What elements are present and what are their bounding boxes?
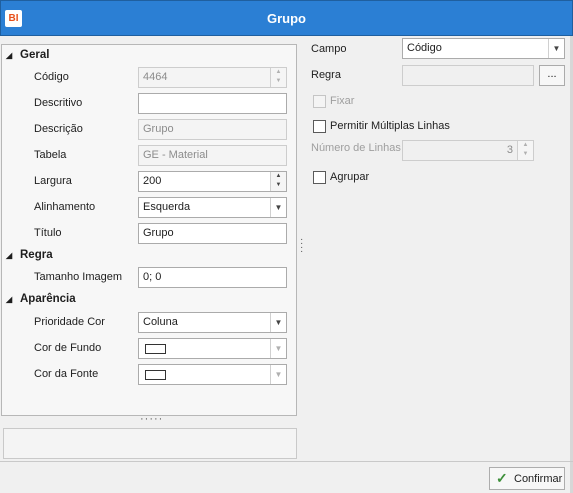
dropdown-arrow-icon[interactable]: ▼: [548, 39, 564, 58]
vertical-splitter-handle[interactable]: · · · ·: [300, 235, 304, 257]
spin-up-icon[interactable]: ▲: [518, 141, 533, 150]
spin-down-icon[interactable]: ▼: [271, 181, 286, 190]
codigo-spinner[interactable]: ▲ ▼: [270, 68, 286, 87]
label-alinhamento: Alinhamento: [34, 201, 96, 213]
descritivo-field[interactable]: [138, 93, 287, 114]
label-prioridade-cor: Prioridade Cor: [34, 316, 105, 328]
alinhamento-select[interactable]: Esquerda ▼: [138, 197, 287, 218]
dropdown-arrow-icon[interactable]: ▼: [270, 198, 286, 217]
largura-spinner[interactable]: ▲ ▼: [270, 172, 286, 191]
dropdown-arrow-icon[interactable]: ▼: [270, 365, 286, 384]
spin-up-icon[interactable]: ▲: [271, 172, 286, 181]
collapse-triangle-icon[interactable]: ◢: [6, 251, 16, 260]
codigo-field[interactable]: 4464 ▲ ▼: [138, 67, 287, 88]
label-descritivo: Descritivo: [34, 97, 83, 109]
regra-field[interactable]: [402, 65, 534, 86]
label-campo: Campo: [311, 43, 347, 55]
label-descricao: Descrição: [34, 123, 83, 135]
label-tamanho-imagem: Tamanho Imagem: [34, 271, 123, 283]
confirm-label: Confirmar: [514, 473, 563, 485]
color-swatch: [145, 344, 166, 354]
horizontal-splitter-handle[interactable]: ·····: [140, 414, 163, 425]
section-title: Aparência: [20, 293, 76, 305]
prioridade-cor-select[interactable]: Coluna ▼: [138, 312, 287, 333]
label-codigo: Código: [34, 71, 69, 83]
spin-up-icon[interactable]: ▲: [271, 68, 286, 77]
collapse-triangle-icon[interactable]: ◢: [6, 295, 16, 304]
label-permitir-multiplas-linhas: Permitir Múltiplas Linhas: [330, 120, 450, 132]
label-largura: Largura: [34, 175, 72, 187]
tabela-field[interactable]: GE - Material: [138, 145, 287, 166]
section-title: Regra: [20, 249, 53, 261]
label-numero-de-linhas: Número de Linhas: [311, 142, 401, 154]
label-titulo: Título: [34, 227, 62, 239]
label-fixar: Fixar: [330, 95, 355, 107]
collapse-triangle-icon[interactable]: ◢: [6, 51, 16, 60]
dropdown-arrow-icon[interactable]: ▼: [270, 313, 286, 332]
fixar-checkbox[interactable]: [313, 95, 326, 108]
spin-down-icon[interactable]: ▼: [271, 77, 286, 86]
label-cor-de-fundo: Cor de Fundo: [34, 342, 102, 354]
agrupar-checkbox[interactable]: [313, 171, 326, 184]
window-title: Grupo: [267, 11, 306, 26]
label-regra: Regra: [311, 69, 341, 81]
permitir-multiplas-linhas-checkbox[interactable]: [313, 120, 326, 133]
cor-de-fundo-picker[interactable]: ▼: [138, 338, 287, 359]
section-title: Geral: [20, 49, 50, 61]
numero-de-linhas-spinner[interactable]: ▲ ▼: [517, 141, 533, 160]
spin-down-icon[interactable]: ▼: [518, 150, 533, 159]
section-regra[interactable]: ◢ Regra: [6, 249, 53, 261]
section-geral[interactable]: ◢ Geral: [6, 49, 49, 61]
section-aparencia[interactable]: ◢ Aparência: [6, 293, 76, 305]
dropdown-arrow-icon[interactable]: ▼: [270, 339, 286, 358]
label-cor-da-fonte: Cor da Fonte: [34, 368, 99, 380]
title-bar: BI Grupo: [0, 0, 573, 36]
confirm-button[interactable]: ✓ Confirmar: [489, 467, 565, 490]
color-swatch: [145, 370, 166, 380]
descricao-field[interactable]: Grupo: [138, 119, 287, 140]
label-tabela: Tabela: [34, 149, 67, 161]
tamanho-imagem-field[interactable]: 0; 0: [138, 267, 287, 288]
numero-de-linhas-field[interactable]: 3 ▲ ▼: [402, 140, 534, 161]
cor-da-fonte-picker[interactable]: ▼: [138, 364, 287, 385]
checkmark-icon: ✓: [496, 470, 508, 486]
titulo-field[interactable]: Grupo: [138, 223, 287, 244]
footer-divider: [0, 461, 573, 462]
regra-browse-button[interactable]: ...: [539, 65, 565, 86]
property-grid: ◢ Geral Código 4464 ▲ ▼ Descritivo Descriç…: [1, 44, 297, 416]
largura-field[interactable]: 200 ▲ ▼: [138, 171, 287, 192]
label-agrupar: Agrupar: [330, 171, 370, 183]
campo-select[interactable]: Código ▼: [402, 38, 565, 59]
description-box: [3, 428, 297, 459]
